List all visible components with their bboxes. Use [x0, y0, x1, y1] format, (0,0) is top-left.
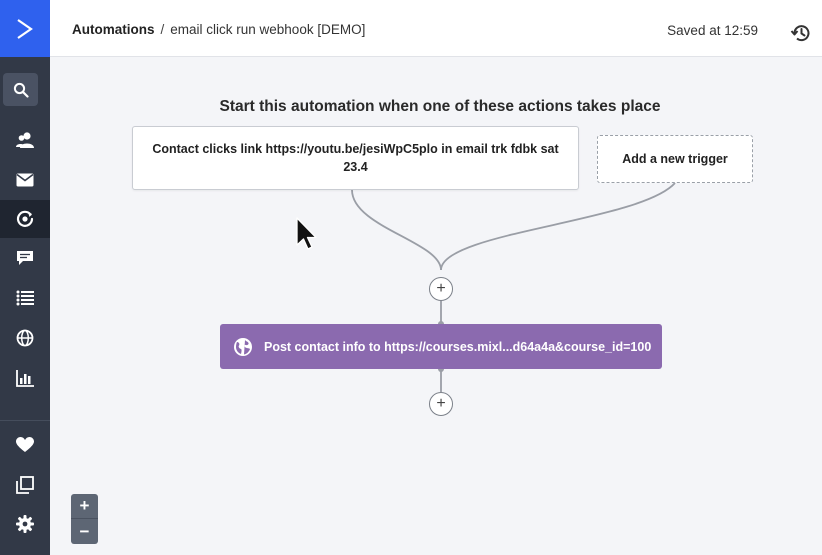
- trigger-label: Contact clicks link https://youtu.be/jes…: [152, 142, 559, 174]
- sidebar-item-lists[interactable]: [0, 279, 50, 317]
- brand-logo[interactable]: [0, 0, 50, 57]
- sidebar-item-apps[interactable]: [0, 466, 50, 504]
- chevron-right-logo-icon: [17, 18, 33, 39]
- add-trigger-button[interactable]: Add a new trigger: [597, 135, 753, 183]
- reports-icon: [16, 369, 34, 387]
- contacts-icon: [16, 132, 34, 148]
- sidebar-item-reports[interactable]: [0, 359, 50, 397]
- top-header: Automations / email click run webhook [DEM…: [50, 0, 822, 57]
- settings-icon: [16, 515, 34, 533]
- sidebar: [0, 0, 50, 555]
- trigger-card[interactable]: Contact clicks link https://youtu.be/jes…: [132, 126, 579, 190]
- lists-icon: [16, 290, 34, 306]
- apps-icon: [16, 476, 34, 494]
- zoom-controls: + −: [71, 494, 98, 544]
- add-step-button[interactable]: +: [429, 277, 453, 301]
- automation-canvas[interactable]: Start this automation when one of these …: [50, 57, 822, 555]
- automations-icon: [16, 210, 34, 227]
- sidebar-item-contacts[interactable]: [0, 121, 50, 159]
- sidebar-item-email[interactable]: [0, 161, 50, 199]
- website-icon: [16, 329, 34, 347]
- mouse-cursor-icon: [296, 217, 317, 250]
- canvas-heading: Start this automation when one of these …: [219, 98, 661, 115]
- zoom-in-button[interactable]: +: [71, 494, 98, 519]
- sidebar-item-heart[interactable]: [0, 426, 50, 464]
- breadcrumb-separator: /: [160, 22, 165, 37]
- heart-icon: [16, 437, 34, 452]
- saved-status: Saved at 12:59: [667, 23, 758, 38]
- sidebar-item-website[interactable]: [0, 319, 50, 357]
- sidebar-divider: [0, 420, 50, 421]
- sidebar-item-settings[interactable]: [0, 505, 50, 543]
- sidebar-item-conversations[interactable]: [0, 239, 50, 277]
- action-label: Post contact info to https://courses.mix…: [264, 339, 652, 354]
- history-icon[interactable]: [790, 22, 812, 44]
- add-step-button-bottom[interactable]: +: [429, 392, 453, 416]
- globe-icon: [234, 337, 252, 356]
- automation-name[interactable]: email click run webhook [DEMO]: [170, 22, 365, 37]
- sidebar-item-automations[interactable]: [0, 200, 50, 238]
- sidebar-item-search[interactable]: [3, 73, 38, 106]
- action-card-webhook[interactable]: Post contact info to https://courses.mix…: [220, 324, 662, 369]
- zoom-out-button[interactable]: −: [71, 519, 98, 544]
- breadcrumb-automations-link[interactable]: Automations: [72, 22, 155, 37]
- search-icon: [13, 82, 29, 98]
- email-icon: [16, 173, 34, 187]
- breadcrumb: Automations / email click run webhook [DEM…: [72, 22, 365, 37]
- conversations-icon: [17, 250, 33, 265]
